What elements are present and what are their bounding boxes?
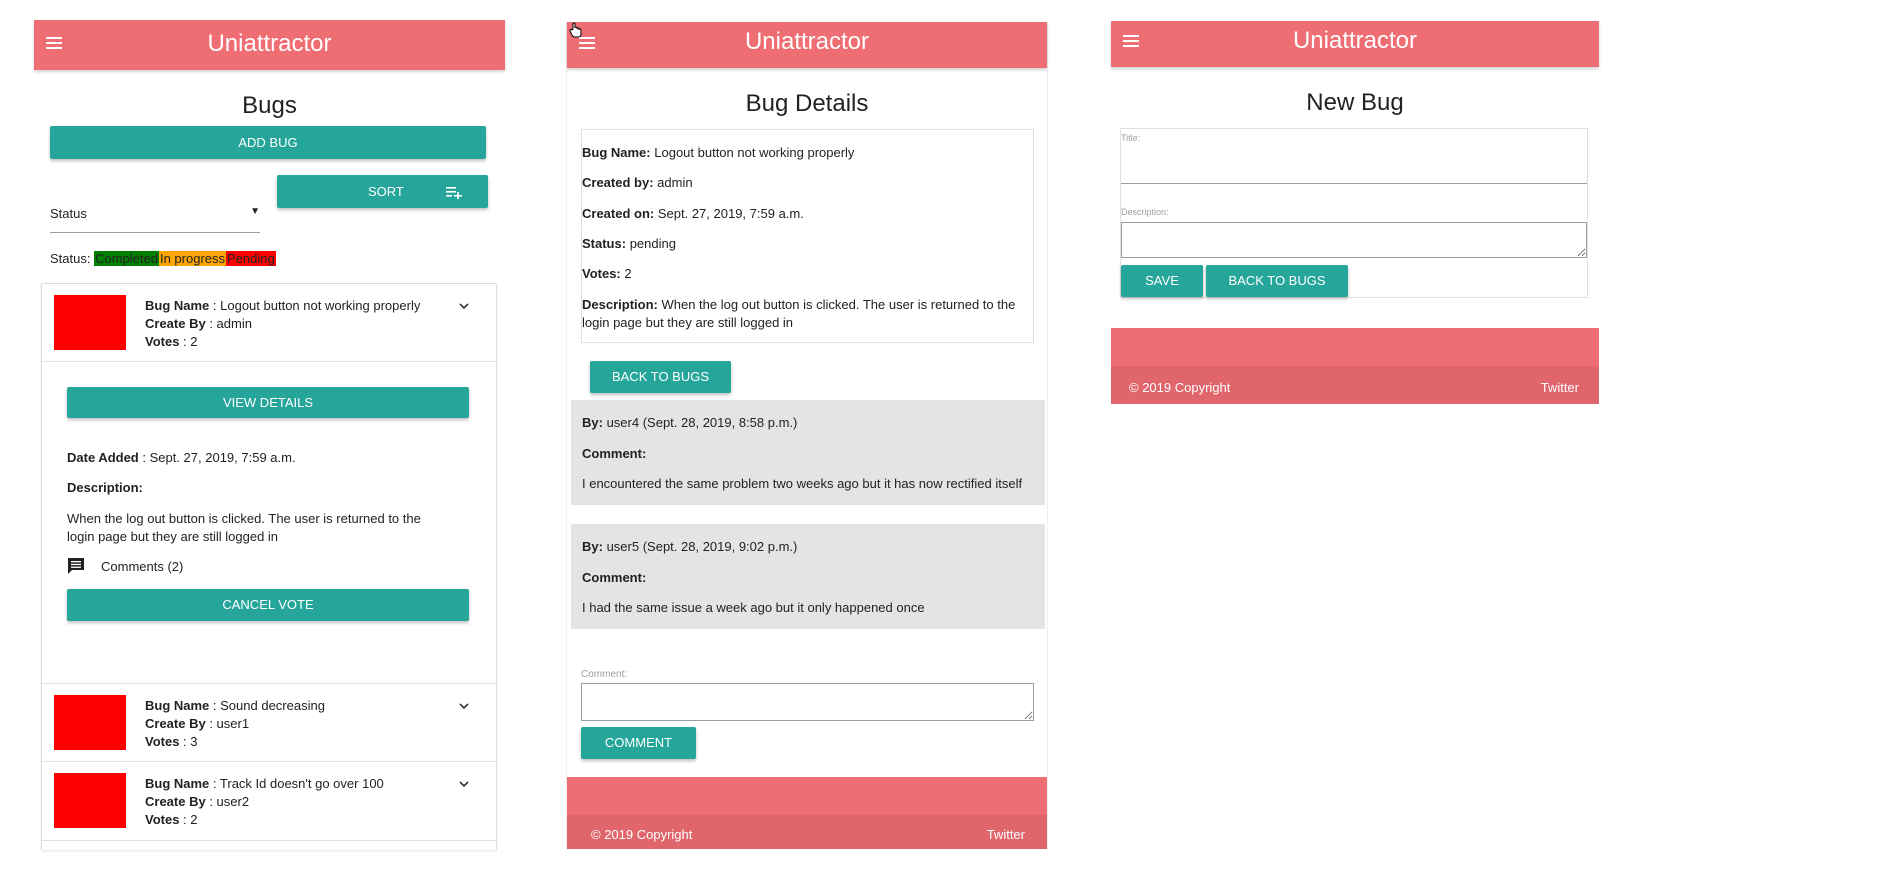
cursor-hand-icon <box>569 22 582 38</box>
save-button[interactable]: SAVE <box>1121 265 1203 297</box>
comment-field-label: Comment: <box>581 669 628 680</box>
page-title: Bug Details <box>745 90 869 117</box>
description-field-label: Description: <box>1121 207 1169 217</box>
title-field-label: Title: <box>1121 133 1141 143</box>
bug-name-line: Bug Name : Track Id doesn't go over 100 <box>145 776 384 791</box>
bugs-list-screen: Uniattractor Bugs ADD BUG Status ▼ SORT … <box>34 20 505 850</box>
footer: © 2019 Copyright Twitter <box>1111 328 1599 404</box>
sort-select[interactable]: Status ▼ <box>50 195 260 233</box>
app-bar: Uniattractor <box>1111 21 1599 67</box>
comment-text: I encountered the same problem two weeks… <box>582 476 1023 491</box>
bug-thumbnail <box>54 773 126 828</box>
bug-item-header[interactable]: Bug Name : Logout button not working pro… <box>42 284 496 361</box>
bug-name-line: Bug Name : Sound decreasing <box>145 698 325 713</box>
app-brand: Uniattractor <box>744 28 870 55</box>
sort-button[interactable]: SORT <box>277 175 488 208</box>
bug-name: Sound decreasing <box>220 698 325 713</box>
sort-icon <box>446 187 462 199</box>
detail-created-by: Created by: admin <box>582 175 693 190</box>
bug-created-by: user2 <box>216 794 250 809</box>
bug-votes: 2 <box>190 334 198 349</box>
bug-thumbnail <box>54 695 126 750</box>
status-completed-tag: Completed <box>94 251 159 266</box>
comment-button[interactable]: COMMENT <box>581 727 696 759</box>
footer-copyright: © 2019 Copyright <box>1129 380 1231 395</box>
bug-name: Track Id doesn't go over 100 <box>219 776 384 791</box>
comment-card: By: user4 (Sept. 28, 2019, 8:58 p.m.) Co… <box>571 400 1045 505</box>
back-to-bugs-button[interactable]: BACK TO BUGS <box>590 361 731 393</box>
sort-button-label: SORT <box>368 184 404 199</box>
description-text: When the log out button is clicked. The … <box>67 511 421 544</box>
bug-name: Logout button not working properly <box>220 298 421 313</box>
footer-twitter-link[interactable]: Twitter <box>1541 380 1579 395</box>
comment-label: Comment: <box>582 446 647 461</box>
bug-created-by-line: Create By : user1 <box>145 716 250 731</box>
detail-description: Description: When the log out button is … <box>582 297 1016 330</box>
detail-created-on: Created on: Sept. 27, 2019, 7:59 a.m. <box>582 206 804 221</box>
description-textarea[interactable] <box>1121 222 1587 258</box>
bug-details-card: Bug Name: Logout button not working prop… <box>581 129 1034 343</box>
bug-votes: 3 <box>190 734 198 749</box>
comments-count: Comments (2) <box>101 559 184 574</box>
comment-author: By: user4 (Sept. 28, 2019, 8:58 p.m.) <box>582 415 798 430</box>
bug-item-header[interactable]: Bug Name : Track Id doesn't go over 100 … <box>42 761 496 841</box>
comment-icon <box>68 558 84 574</box>
comment-card: By: user5 (Sept. 28, 2019, 9:02 p.m.) Co… <box>571 524 1045 629</box>
new-bug-screen: Uniattractor New Bug Title: Description:… <box>1111 21 1599 404</box>
cancel-vote-button[interactable]: CANCEL VOTE <box>67 589 469 621</box>
bug-list: Bug Name : Logout button not working pro… <box>41 283 497 850</box>
new-bug-form: Title: Description: SAVE BACK TO BUGS <box>1120 128 1588 298</box>
status-legend-prefix: Status: <box>50 251 91 266</box>
detail-status: Status: pending <box>582 236 676 251</box>
chevron-down-icon[interactable] <box>459 701 469 711</box>
bug-created-by: user1 <box>216 716 250 731</box>
app-brand: Uniattractor <box>1292 27 1418 54</box>
bug-details-screen: Uniattractor Bug Details Bug Name: Logou… <box>566 22 1048 849</box>
bug-item-header[interactable]: Bug Name : Sound decreasing Create By : … <box>42 683 496 761</box>
page-title: Bugs <box>242 92 297 119</box>
bug-votes: 2 <box>190 812 198 827</box>
title-input[interactable] <box>1121 143 1587 184</box>
description-label: Description: <box>67 480 143 495</box>
dropdown-arrow-icon: ▼ <box>250 206 260 217</box>
sort-select-value: Status <box>50 206 87 221</box>
comment-textarea[interactable] <box>581 683 1034 721</box>
footer: © 2019 Copyright Twitter <box>567 777 1047 849</box>
bug-name-line: Bug Name : Logout button not working pro… <box>145 298 421 313</box>
detail-votes: Votes: 2 <box>582 266 632 281</box>
bug-votes-line: Votes : 2 <box>145 812 198 827</box>
comment-text: I had the same issue a week ago but it o… <box>582 600 925 615</box>
status-in-progress-tag: In progress <box>158 251 227 266</box>
bug-votes-line: Votes : 2 <box>145 334 198 349</box>
detail-bug-name: Bug Name: Logout button not working prop… <box>582 145 855 160</box>
back-to-bugs-button[interactable]: BACK TO BUGS <box>1206 265 1348 297</box>
bug-votes-line: Votes : 3 <box>145 734 198 749</box>
status-legend: Status: Completed In progress Pending <box>50 251 276 266</box>
bug-created-by-line: Create By : user2 <box>145 794 250 809</box>
bug-created-by: admin <box>216 316 252 331</box>
app-brand: Uniattractor <box>207 30 332 57</box>
date-added-line: Date Added : Sept. 27, 2019, 7:59 a.m. <box>67 450 296 465</box>
comment-label: Comment: <box>582 570 647 585</box>
chevron-down-icon[interactable] <box>459 779 469 789</box>
view-details-button[interactable]: VIEW DETAILS <box>67 387 469 418</box>
app-bar: Uniattractor <box>34 20 505 70</box>
bug-thumbnail <box>54 295 126 350</box>
add-bug-button[interactable]: ADD BUG <box>50 126 486 159</box>
bug-created-by-line: Create By : admin <box>145 316 252 331</box>
footer-copyright: © 2019 Copyright <box>591 827 693 842</box>
page-title: New Bug <box>1306 89 1404 116</box>
status-pending-tag: Pending <box>226 251 276 266</box>
comment-author: By: user5 (Sept. 28, 2019, 9:02 p.m.) <box>582 539 798 554</box>
footer-twitter-link[interactable]: Twitter <box>987 827 1025 842</box>
app-bar: Uniattractor <box>567 22 1047 68</box>
bug-item-body: VIEW DETAILS Date Added : Sept. 27, 2019… <box>42 361 496 683</box>
chevron-down-icon[interactable] <box>459 301 469 311</box>
date-added-value: Sept. 27, 2019, 7:59 a.m. <box>149 450 296 465</box>
